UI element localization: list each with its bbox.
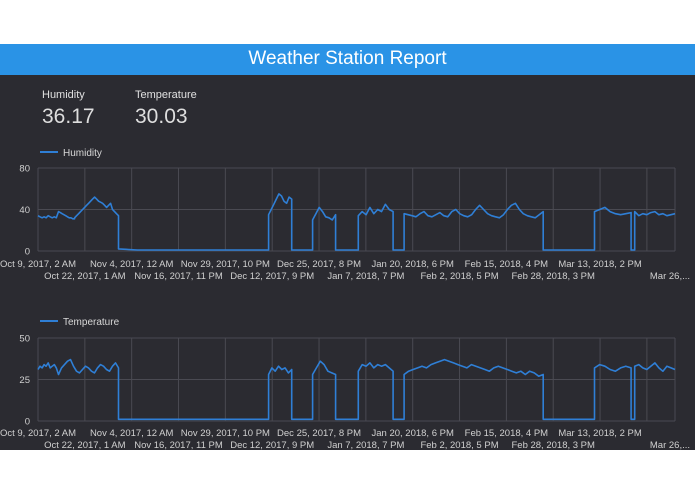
humidity-x-tick-label: Nov 16, 2017, 11 PM [134,271,223,282]
temperature-x-tick-label: Feb 28, 2018, 3 PM [511,440,595,450]
temperature-x-tick-label: Oct 9, 2017, 2 AM [0,428,76,439]
humidity-x-tick-label: Feb 15, 2018, 4 PM [465,259,549,270]
temperature-chart[interactable]: Temperature 0 25 50 Oct 9, 2017, 2 AM Nov 4, … [0,317,690,450]
humidity-x-tick-label: Dec 12, 2017, 9 PM [230,271,314,282]
humidity-y-tick-label: 80 [19,164,30,175]
humidity-chart[interactable]: Humidity 0 40 80 Oct 9, 2017, 2 AM Nov 4, 201… [0,148,690,282]
humidity-x-tick-label: Nov 29, 2017, 10 PM [181,259,270,270]
humidity-x-tick-label: Oct 9, 2017, 2 AM [0,259,76,270]
temperature-series-line[interactable] [37,358,676,421]
temperature-x-tick-label: Dec 25, 2017, 8 PM [277,428,361,439]
temperature-x-tick-label: Dec 12, 2017, 9 PM [230,440,314,450]
temperature-x-tick-label: Mar 13, 2018, 2 PM [558,428,642,439]
humidity-x-tick-label: Feb 2, 2018, 5 PM [420,271,498,282]
humidity-y-tick-label: 40 [19,205,30,216]
humidity-x-tick-label: Jan 7, 2018, 7 PM [327,271,404,282]
temperature-x-tick-label: Oct 22, 2017, 1 AM [44,440,125,450]
charts-canvas: Humidity 0 40 80 Oct 9, 2017, 2 AM Nov 4, 201… [0,148,690,450]
temperature-x-tick-label: Feb 15, 2018, 4 PM [465,428,549,439]
humidity-legend-label: Humidity [63,148,102,159]
humidity-x-tick-label: Feb 28, 2018, 3 PM [511,271,595,282]
temperature-legend-label: Temperature [63,317,120,328]
temperature-x-tick-label: Nov 16, 2017, 11 PM [134,440,223,450]
humidity-x-tick-label: Jan 20, 2018, 6 PM [372,259,454,270]
temperature-y-tick-label: 0 [25,417,30,428]
temperature-x-tick-label: Jan 7, 2018, 7 PM [327,440,404,450]
humidity-series-line[interactable] [37,193,676,251]
temperature-y-tick-label: 25 [19,375,30,386]
temperature-y-tick-label: 50 [19,334,30,345]
temperature-x-tick-label: Nov 29, 2017, 10 PM [181,428,270,439]
temperature-x-tick-label: Jan 20, 2018, 6 PM [372,428,454,439]
humidity-y-tick-label: 0 [25,247,30,258]
temperature-x-tick-label: Nov 4, 2017, 12 AM [90,428,174,439]
humidity-x-tick-label: Mar 13, 2018, 2 PM [558,259,642,270]
humidity-x-tick-label: Mar 26,... [650,271,690,282]
temperature-x-tick-label: Feb 2, 2018, 5 PM [420,440,498,450]
weather-report-dashboard: Weather Station Report Humidity 36.17 Te… [0,44,695,450]
humidity-x-tick-label: Dec 25, 2017, 8 PM [277,259,361,270]
humidity-x-tick-label: Nov 4, 2017, 12 AM [90,259,174,270]
temperature-x-tick-label: Mar 26,... [650,440,690,450]
humidity-x-tick-label: Oct 22, 2017, 1 AM [44,271,125,282]
